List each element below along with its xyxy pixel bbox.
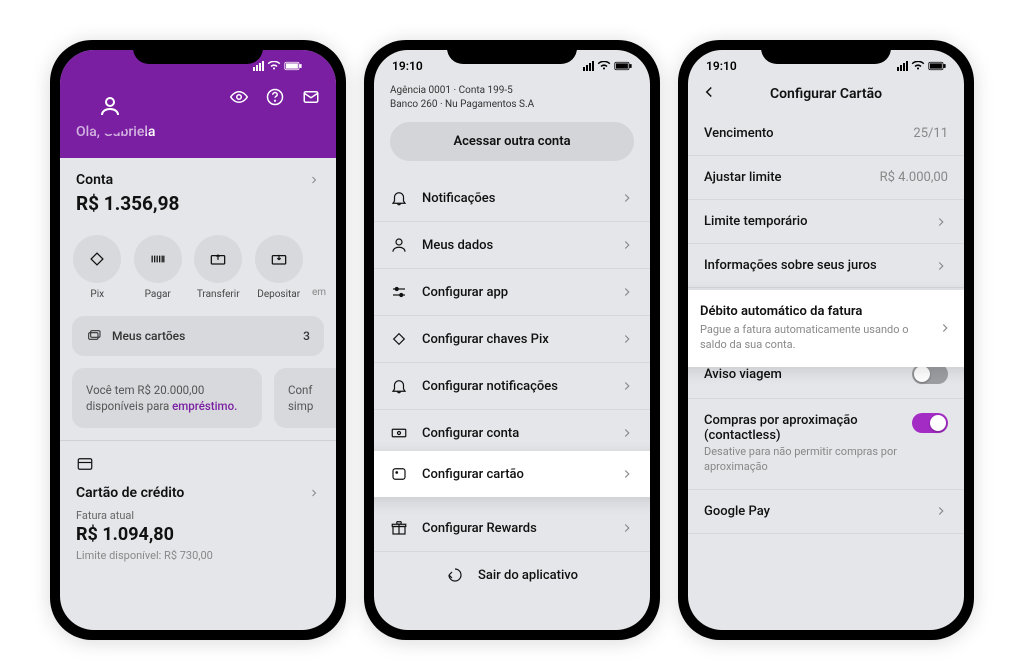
chevron-right-icon — [620, 238, 634, 252]
row-limite-temporario[interactable]: Limite temporário — [688, 200, 964, 244]
notch — [447, 40, 577, 64]
signal-icon — [253, 61, 264, 71]
signal-icon — [897, 61, 908, 71]
page-header: Configurar Cartão — [688, 82, 964, 112]
my-cards-count: 3 — [303, 329, 310, 343]
wifi-icon — [911, 61, 925, 71]
bell-icon — [390, 377, 408, 395]
menu-config-card[interactable]: Configurar cartão — [374, 451, 650, 497]
sliders-icon — [390, 283, 408, 301]
pix-icon — [390, 330, 408, 348]
my-cards-row[interactable]: Meus cartões 3 — [72, 316, 324, 356]
gift-icon — [390, 519, 408, 537]
phone-settings-menu: 19:10 Agência 0001 · Conta 199-5 Banco 2… — [364, 40, 660, 640]
cc-subtitle: Fatura atual — [76, 505, 320, 522]
chevron-right-icon — [620, 426, 634, 440]
action-pagar[interactable]: Pagar — [130, 235, 184, 300]
wifi-icon — [267, 61, 281, 71]
toggle-contactless[interactable] — [912, 413, 948, 433]
transfer-icon — [208, 249, 228, 269]
menu-config-notifications[interactable]: Configurar notificações — [374, 363, 650, 410]
mail-icon[interactable] — [302, 88, 320, 106]
info-carousel[interactable]: Você tem R$ 20.000,00 disponíveis para e… — [60, 364, 336, 440]
action-pix[interactable]: Pix — [70, 235, 124, 300]
chevron-right-icon — [620, 332, 634, 346]
settings-menu: Notificações Meus dados Configurar app C… — [374, 175, 650, 598]
account-row[interactable]: Conta — [60, 158, 336, 192]
credit-card-section[interactable]: Cartão de crédito Fatura atual R$ 1.094,… — [60, 441, 336, 562]
person-icon — [390, 236, 408, 254]
signal-icon — [583, 61, 594, 71]
chevron-right-icon — [620, 285, 634, 299]
cards-icon — [86, 328, 102, 344]
row-limite[interactable]: Ajustar limite R$ 4.000,00 — [688, 156, 964, 200]
chevron-right-icon — [934, 215, 948, 229]
battery-icon — [928, 61, 946, 71]
cc-limit: Limite disponível: R$ 730,00 — [76, 545, 320, 562]
menu-config-pix[interactable]: Configurar chaves Pix — [374, 316, 650, 363]
action-depositar[interactable]: Depositar — [251, 235, 305, 300]
card-icon — [390, 465, 408, 483]
card-icon — [76, 455, 94, 473]
row-contactless[interactable]: Compras por aproximação (contactless) De… — [688, 399, 964, 490]
chevron-right-icon — [620, 191, 634, 205]
chevron-right-icon — [934, 504, 948, 518]
quick-actions: Pix Pagar Transferir Depositar em — [60, 225, 336, 306]
chevron-left-icon — [700, 83, 718, 101]
notch — [133, 40, 263, 64]
access-other-account-button[interactable]: Acessar outra conta — [390, 122, 634, 161]
barcode-icon — [148, 249, 168, 269]
row-juros[interactable]: Informações sobre seus juros — [688, 244, 964, 288]
cc-amount: R$ 1.094,80 — [76, 522, 320, 545]
status-time: 19:10 — [392, 59, 452, 73]
bell-icon — [390, 189, 408, 207]
wifi-icon — [597, 61, 611, 71]
chevron-right-icon — [934, 259, 948, 273]
info-secondary[interactable]: Conf simp — [274, 368, 336, 428]
chevron-right-icon — [938, 321, 952, 335]
status-time: 19:10 — [706, 59, 766, 73]
cc-title: Cartão de crédito — [76, 485, 184, 501]
money-icon — [390, 424, 408, 442]
account-balance: R$ 1.356,98 — [60, 192, 336, 225]
chevron-right-icon — [620, 379, 634, 393]
menu-config-rewards[interactable]: Configurar Rewards — [374, 505, 650, 552]
card-settings-list: Vencimento 25/11 Ajustar limite R$ 4.000… — [688, 112, 964, 534]
bank-info: Agência 0001 · Conta 199-5 Banco 260 · N… — [374, 82, 650, 122]
my-cards-label: Meus cartões — [112, 329, 185, 343]
battery-icon — [614, 61, 632, 71]
logout-icon — [446, 566, 464, 584]
info-loan[interactable]: Você tem R$ 20.000,00 disponíveis para e… — [72, 368, 262, 428]
notch — [761, 40, 891, 64]
row-google-pay[interactable]: Google Pay — [688, 490, 964, 534]
page-title: Configurar Cartão — [770, 86, 882, 102]
pix-icon — [87, 249, 107, 269]
chevron-right-icon — [308, 174, 320, 186]
eye-icon[interactable] — [230, 88, 248, 106]
menu-logout[interactable]: Sair do aplicativo — [374, 552, 650, 598]
menu-config-app[interactable]: Configurar app — [374, 269, 650, 316]
phone-card-settings: 19:10 Configurar Cartão Vencimento 25/11… — [678, 40, 974, 640]
help-icon[interactable] — [266, 88, 284, 106]
menu-config-account[interactable]: Configurar conta — [374, 410, 650, 457]
toggle-aviso-viagem[interactable] — [912, 364, 948, 384]
chevron-right-icon — [308, 487, 320, 499]
menu-notifications[interactable]: Notificações — [374, 175, 650, 222]
row-vencimento[interactable]: Vencimento 25/11 — [688, 112, 964, 156]
profile-badge[interactable] — [64, 60, 156, 152]
back-button[interactable] — [700, 83, 718, 105]
deposit-icon — [269, 249, 289, 269]
menu-my-data[interactable]: Meus dados — [374, 222, 650, 269]
chevron-right-icon — [620, 467, 634, 481]
chevron-right-icon — [620, 521, 634, 535]
row-debito-automatico[interactable]: Débito automático da fatura Pague a fatu… — [688, 290, 964, 367]
battery-icon — [284, 61, 302, 71]
action-transferir[interactable]: Transferir — [191, 235, 245, 300]
person-icon — [98, 94, 122, 118]
account-label: Conta — [76, 172, 113, 188]
phone-home: Olá, Gabriela Conta R$ 1.356,98 Pix Paga… — [50, 40, 346, 640]
